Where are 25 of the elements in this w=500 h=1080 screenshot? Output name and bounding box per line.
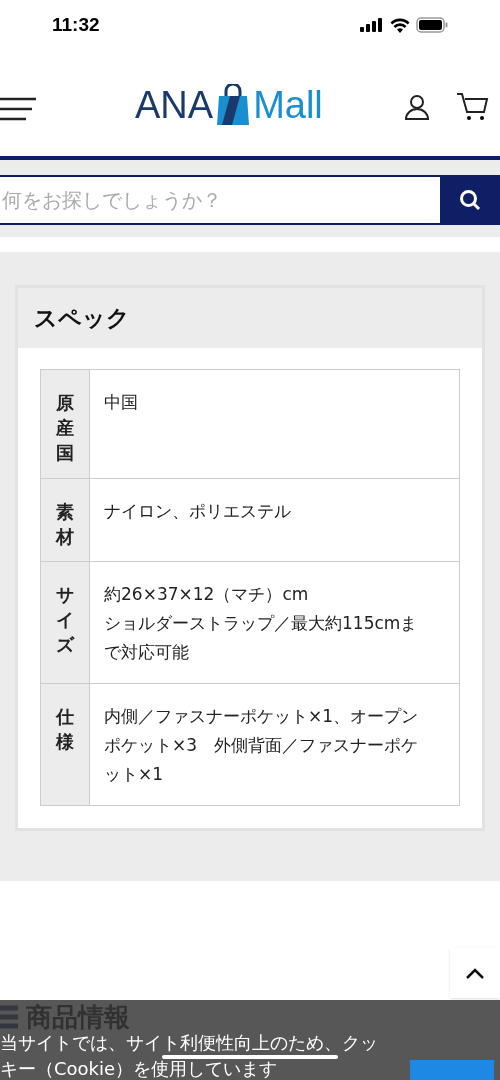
search-icon [459, 189, 481, 211]
search-button[interactable] [440, 175, 500, 225]
spec-label: 素材 [56, 499, 74, 549]
cart-icon[interactable] [457, 92, 489, 122]
cookie-notice-text: 当サイトでは、サイト利便性向上のため、クッ [0, 1032, 378, 1054]
menu-icon[interactable] [0, 97, 36, 121]
spec-value: 内側／ファスナーポケット×1、オープンポケット×3 外側背面／ファスナーポケット×1 [104, 704, 420, 786]
spec-value: 中国 [104, 391, 139, 414]
spec-label: サイズ [56, 582, 74, 658]
wifi-icon [390, 17, 410, 33]
search-field[interactable]: 何をお探しでしょうか？ [0, 175, 440, 225]
section-title: スペック [34, 303, 130, 333]
battery-icon [416, 17, 448, 33]
cookie-notice-text: キー（Cookie）を使用しています [0, 1058, 278, 1080]
spec-value: ナイロン、ポリエステル [104, 499, 292, 523]
spec-label: 仕様 [56, 704, 74, 755]
logo-text: ANA [135, 86, 214, 124]
chevron-up-icon [466, 967, 484, 979]
signal-icon [360, 18, 384, 32]
spec-label: 原産国 [56, 391, 74, 466]
shopping-bag-logo-icon [216, 84, 251, 126]
account-icon[interactable] [404, 94, 430, 120]
spec-value: 約26×37×12（マチ）cm ショルダーストラップ／最大約115cmまで対応可能 [104, 582, 419, 664]
status-time: 11:32 [52, 12, 100, 37]
logo-text: Mall [253, 86, 323, 124]
